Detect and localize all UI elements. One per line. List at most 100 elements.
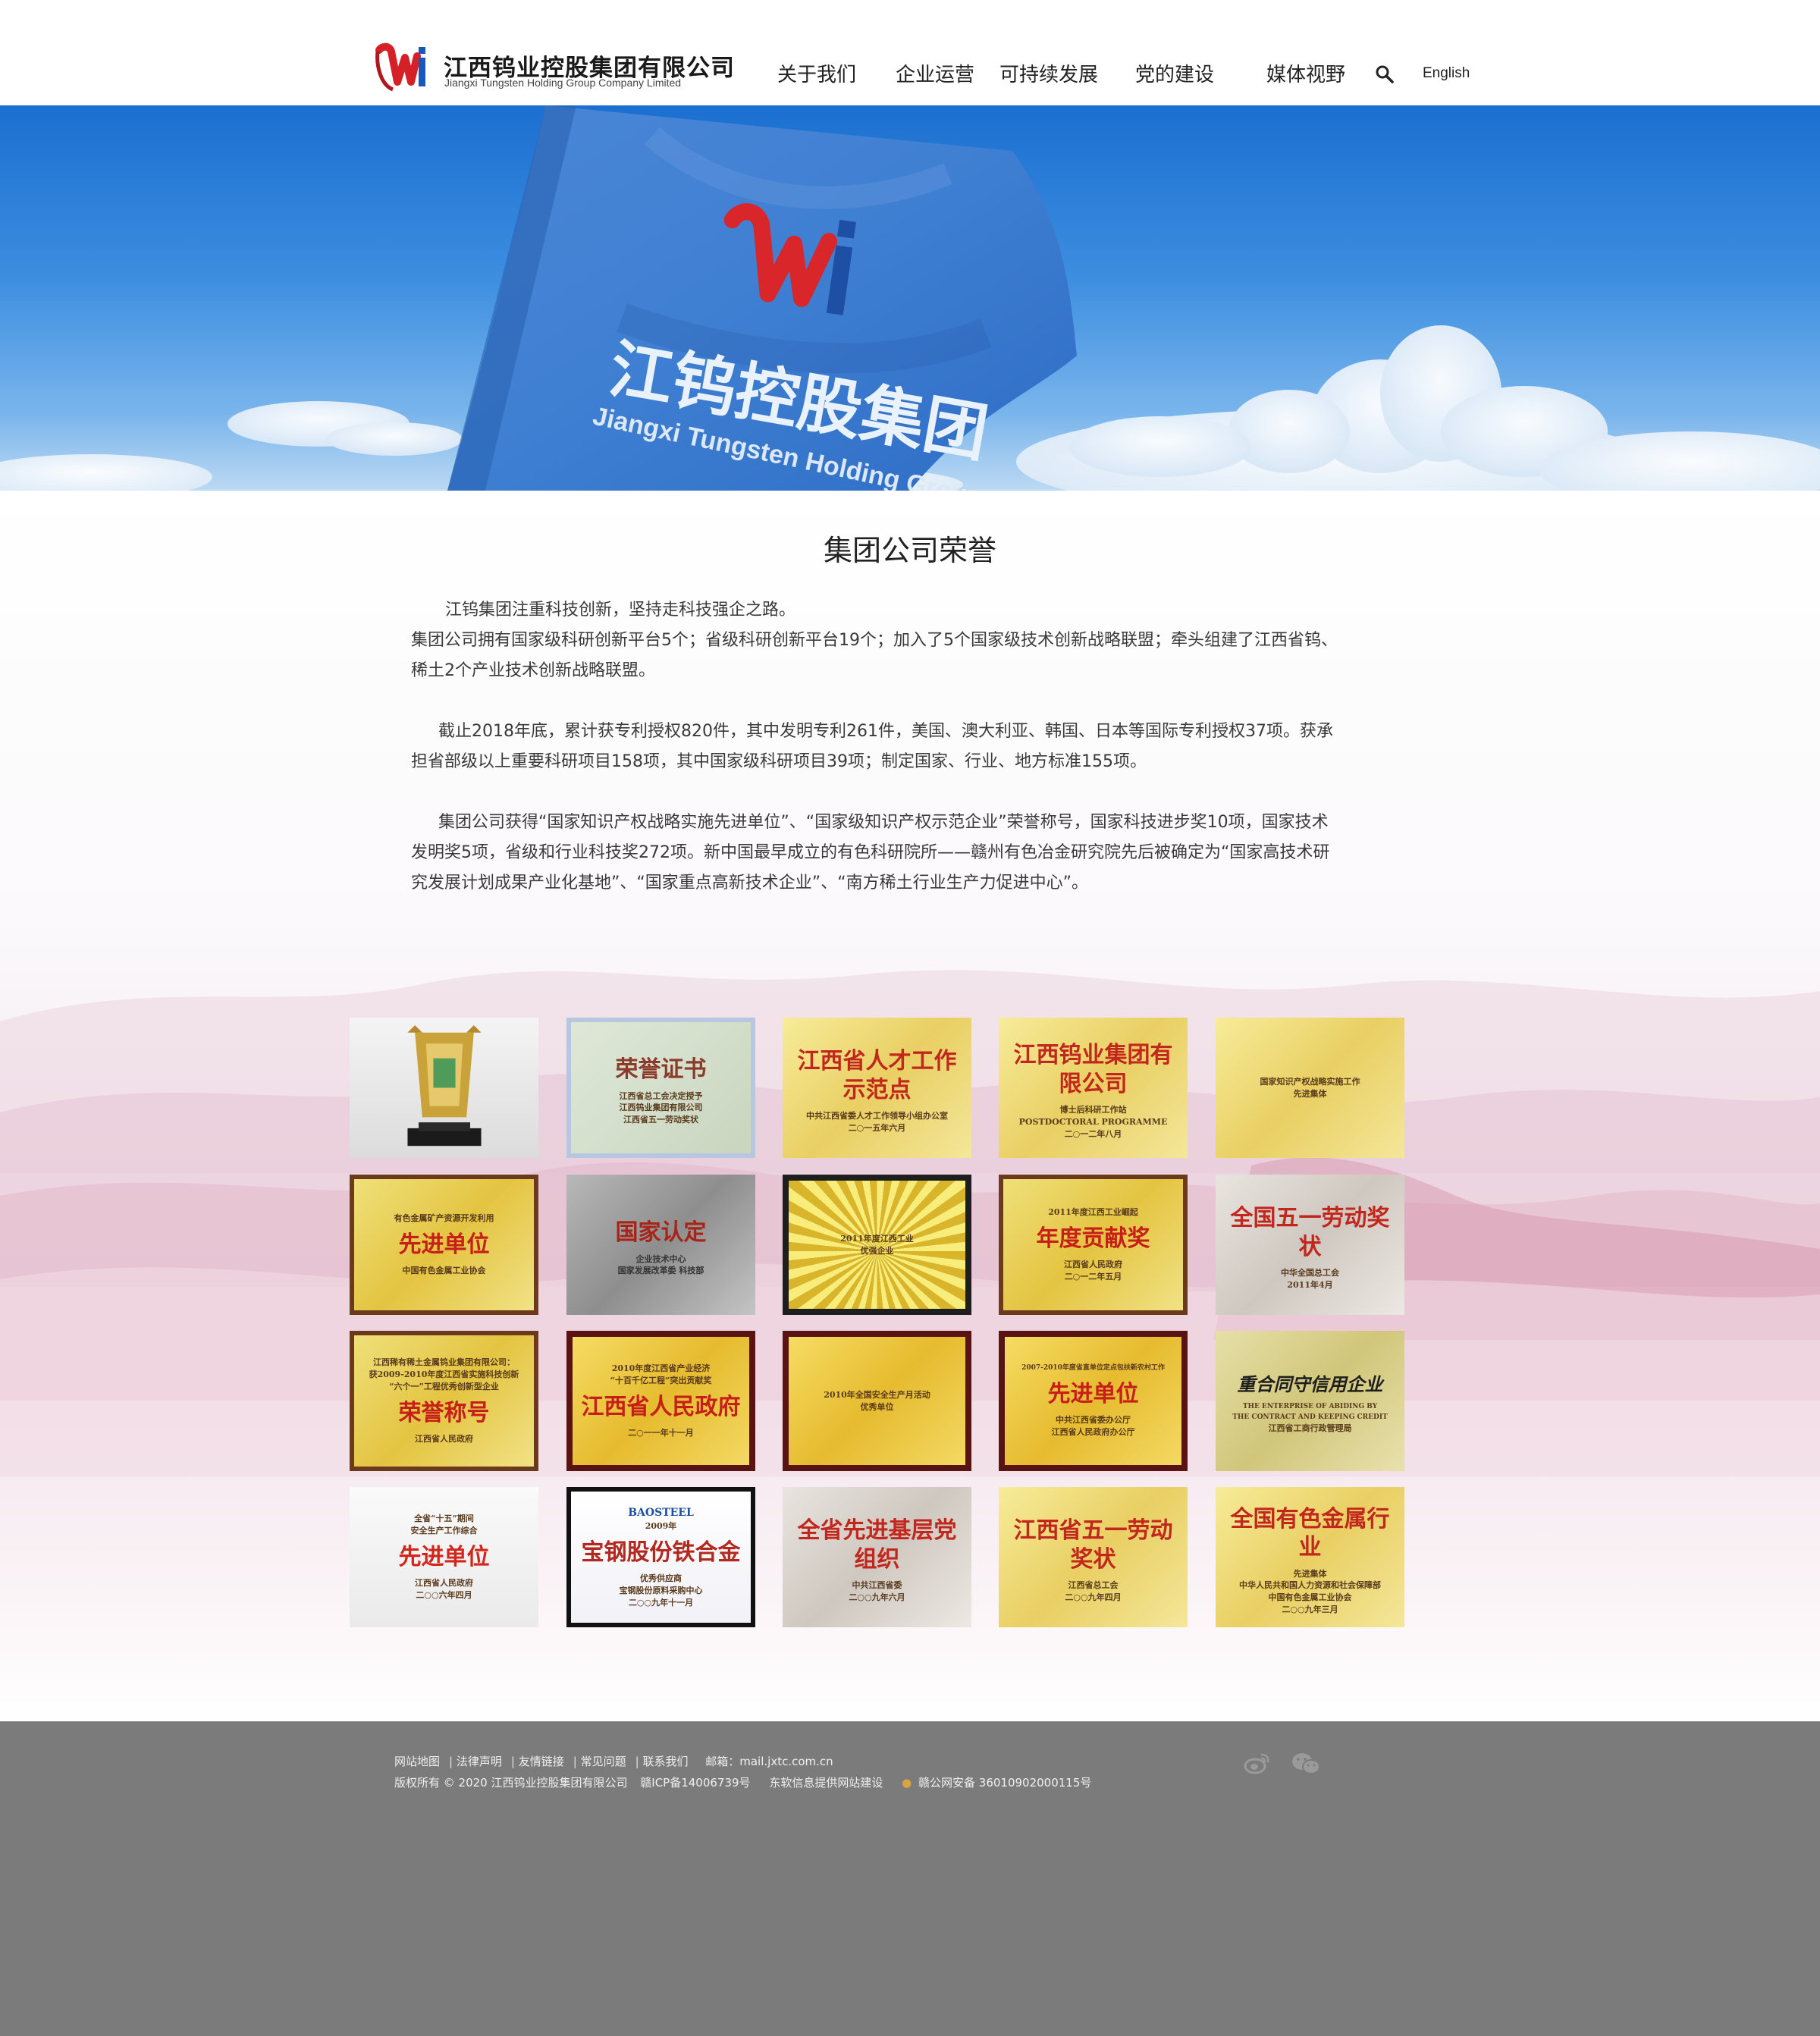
award-text: 荣誉称号 [398,1399,490,1426]
award-certificate[interactable]: 2007-2010年度省直单位定点包扶新农村工作先进单位中共江西省委办公厅 江西省… [999,1331,1188,1471]
wechat-icon[interactable] [1291,1752,1321,1776]
footer-icp[interactable]: 赣ICP备14006739号 [640,1776,750,1790]
award-text: 江西省五一劳动奖状 [623,1115,698,1125]
award-text: 2011年度江西工业 [840,1233,914,1244]
award-text: 2010年全国安全生产月活动 [824,1389,930,1400]
award-text: 江西省总工会 [1068,1580,1119,1591]
award-text: 江西省人民政府 [1064,1260,1122,1270]
footer-link-sitemap[interactable]: 网站地图 [394,1755,440,1768]
logo-mark-icon [375,42,425,92]
award-certificate[interactable]: 2010年度江西省产业经济 “十百千亿工程”突出贡献奖 江西省人民政府 二○一一年十一… [566,1331,755,1471]
award-plaque-face: 江西省人才工作示范点 中共江西省委人才工作领导小组办公室 二○一五年六月 [783,1018,971,1158]
award-certificate[interactable]: 国家知识产权战略实施工作 先进集体 [1216,1018,1404,1158]
award-certificate[interactable]: 2010年全国安全生产月活动 优秀单位 [783,1331,971,1471]
award-plaque-face: 全国有色金属行业 先进集体 中华人民共和国人力资源和社会保障部 中国有色金属工业协会二… [1216,1487,1404,1627]
award-certificate[interactable]: 全国有色金属行业 先进集体 中华人民共和国人力资源和社会保障部 中国有色金属工业协会二… [1216,1487,1404,1627]
award-text: 先进集体 [1293,1088,1327,1099]
award-plaque-face: 全国五一劳动奖状中华全国总工会 2011年4月 [1216,1175,1404,1315]
award-text: 获2009-2010年度江西省实施科技创新 [369,1369,519,1379]
award-certificate[interactable] [350,1018,538,1158]
award-text: POSTDOCTORAL PROGRAMME [1018,1117,1168,1128]
nav-operations[interactable]: 企业运营 [896,59,974,87]
nav-media[interactable]: 媒体视野 [1266,59,1345,87]
nav-party-building[interactable]: 党的建设 [1135,59,1214,87]
nav-sustainability[interactable]: 可持续发展 [999,59,1098,87]
nav-about-us[interactable]: 关于我们 [777,59,856,87]
language-switch-english[interactable]: English [1423,65,1470,82]
award-text: 重合同守信用企业 [1237,1373,1383,1396]
award-text: 全国五一劳动奖状 [1230,1205,1390,1260]
award-text: 全省先进基层党组织 [797,1517,957,1573]
award-text: 江西省人民政府办公厅 [1051,1426,1135,1437]
award-plaque-face: 国家认定 企业技术中心 国家发展改革委 科技部 [566,1175,755,1315]
award-text: 先进单位 [1047,1380,1139,1407]
award-text: 二○一二年五月 [1064,1272,1122,1282]
award-certificate[interactable]: 全省先进基层党组织 中共江西省委 二○○九年六月 [783,1487,971,1627]
weibo-icon[interactable] [1244,1752,1271,1774]
award-certificate[interactable]: 重合同守信用企业 THE ENTERPRISE OF ABIDING BY THE … [1216,1331,1404,1471]
award-text: 二○○九年六月 [849,1592,905,1602]
award-certificate[interactable]: 江西省人才工作示范点 中共江西省委人才工作领导小组办公室 二○一五年六月 [783,1018,971,1158]
award-text: “六个一”工程优秀创新型企业 [389,1381,499,1391]
award-text: 先进单位 [398,1231,490,1258]
footer-link-friends[interactable]: 友情链接 [519,1755,564,1768]
award-text: 二○○九年十一月 [628,1597,694,1608]
footer-link-contact[interactable]: 联系我们 [642,1755,688,1768]
footer-separator: | [449,1755,453,1768]
footer-link-legal[interactable]: 法律声明 [457,1755,502,1768]
award-plaque-face: 2007-2010年度省直单位定点包扶新农村工作先进单位中共江西省委办公厅 江西省… [1005,1337,1181,1465]
award-certificate[interactable]: 国家认定 企业技术中心 国家发展改革委 科技部 [566,1175,755,1315]
award-plaque-face: 2010年全国安全生产月活动 优秀单位 [789,1337,965,1465]
award-text: 中华人民共和国人力资源和社会保障部 [1239,1580,1381,1591]
award-plaque-face: 2011年度江西工业崛起 年度贡献奖 江西省人民政府 二○一二年五月 [1003,1179,1183,1310]
page-title: 集团公司荣誉 [823,534,996,567]
award-text: 二○一五年六月 [848,1123,906,1133]
award-text: 2009年 [645,1521,677,1531]
intro-paragraph-2: 集团公司拥有国家级科研创新平台5个；省级科研创新平台19个；加入了5个国家级技术… [411,631,1338,680]
award-plaque-face: 全省先进基层党组织 中共江西省委 二○○九年六月 [783,1487,971,1627]
award-text: 中共江西省委办公厅 [1056,1415,1131,1426]
award-certificate[interactable]: 全国五一劳动奖状中华全国总工会 2011年4月 [1216,1175,1404,1315]
award-plaque-face: 2011年度江西工业 优强企业 [789,1181,965,1309]
award-certificate[interactable]: 江西钨业集团有限公司 博士后科研工作站 POSTDOCTORAL PROGRAMME… [999,1018,1188,1158]
award-certificate[interactable]: 江西稀有稀土金属钨业集团有限公司： 获2009-2010年度江西省实施科技创新 “六… [350,1331,538,1471]
award-text: 中华全国总工会 [1281,1268,1339,1278]
award-certificate[interactable]: 荣誉证书 江西省总工会决定授予 江西钨业集团有限公司 江西省五一劳动奖状 [566,1018,755,1158]
banner-flag-scene: 江钨控股集团 Jiangxi Tungsten Holding Group [0,105,1820,491]
footer-email-link[interactable]: mail.jxtc.com.cn [739,1755,833,1768]
award-text: 江西省工商行政管理局 [1268,1423,1352,1433]
award-plaque-face: 江西钨业集团有限公司 博士后科研工作站 POSTDOCTORAL PROGRAMME… [999,1018,1188,1158]
award-text: 国家认定 [615,1219,707,1246]
footer-builder[interactable]: 东软信息提供网站建设 [769,1776,883,1790]
award-plaque-face: 荣誉证书 江西省总工会决定授予 江西钨业集团有限公司 江西省五一劳动奖状 [571,1022,751,1153]
award-certificate[interactable]: 全省“十五”期间 安全生产工作综合 先进单位 江西省人民政府 二○○六年四月 [350,1487,538,1627]
search-icon[interactable] [1374,64,1395,85]
footer-link-faq[interactable]: 常见问题 [581,1755,626,1768]
award-text: 二○一一年十一月 [628,1428,694,1438]
award-text: 优强企业 [860,1245,894,1256]
award-text: 全省“十五”期间 [414,1514,474,1524]
footer-police-record[interactable]: 赣公网安备 36010902000115号 [918,1776,1091,1790]
awards-paragraph: 集团公司获得“国家知识产权战略实施先进单位”、“国家级知识产权示范企业”荣誉称号… [411,813,1330,893]
award-text: 有色金属矿产资源开发利用 [394,1213,494,1223]
logo-english-name: Jiangxi Tungsten Holding Group Company L… [444,77,682,89]
award-text: 国家知识产权战略实施工作 [1260,1076,1360,1087]
award-text: 先进集体 [1293,1568,1327,1579]
company-logo[interactable]: 江西钨业控股集团有限公司 Jiangxi Tungsten Holding Gr… [375,42,734,96]
award-text: 江西省总工会决定授予 [619,1090,703,1101]
award-certificate[interactable]: 2011年度江西工业 优强企业 [783,1175,971,1315]
award-plaque-face: 全省“十五”期间 安全生产工作综合 先进单位 江西省人民政府 二○○六年四月 [350,1487,538,1627]
award-certificate[interactable]: 2011年度江西工业崛起 年度贡献奖 江西省人民政府 二○一二年五月 [999,1175,1188,1315]
award-text: 宝钢股份原料采购中心 [619,1586,703,1595]
award-text: 江西钨业集团有限公司 [1013,1042,1173,1097]
award-certificate[interactable]: BAOSTEEL 2009年 宝钢股份铁合金 优秀供应商 宝钢股份原料采购中心 二○○九年… [566,1487,755,1627]
award-plaque-face [350,1018,538,1158]
award-text: 二○○九年三月 [1282,1604,1338,1614]
award-text: 2011年4月 [1287,1280,1333,1290]
award-text: 江西钨业集团有限公司 [619,1103,703,1113]
award-certificate[interactable]: 有色金属矿产资源开发利用 先进单位 中国有色金属工业协会 [350,1175,538,1315]
award-certificate[interactable]: 江西省五一劳动奖状 江西省总工会 二○○九年四月 [999,1487,1188,1627]
award-text: 2007-2010年度省直单位定点包扶新农村工作 [1021,1364,1165,1372]
award-plaque-face: 2010年度江西省产业经济 “十百千亿工程”突出贡献奖 江西省人民政府 二○一一年十一… [573,1337,749,1465]
award-plaque-face: 江西省五一劳动奖状 江西省总工会 二○○九年四月 [999,1487,1188,1627]
